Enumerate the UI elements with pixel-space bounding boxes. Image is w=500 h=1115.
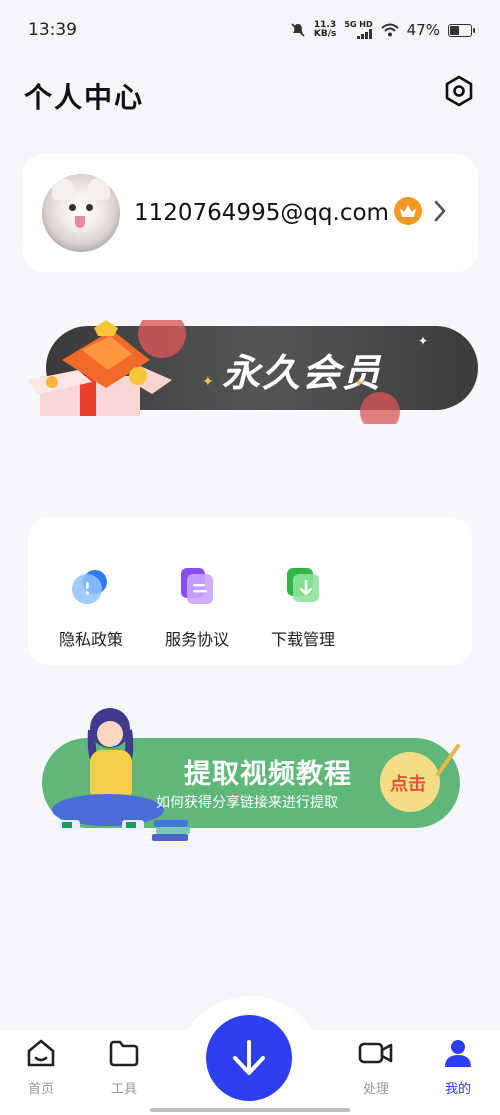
menu-item-privacy[interactable]: 隐私政策 [46,564,136,650]
home-indicator [150,1108,350,1112]
battery-icon [448,23,475,37]
crown-icon [394,197,422,225]
avatar[interactable] [42,174,120,252]
net-speed: 11.3 KB/s [313,20,337,39]
tab-process[interactable]: 处理 [346,1036,406,1097]
arrow-down-icon [233,1040,265,1075]
menu-item-label: 服务协议 [164,630,229,649]
menu-card: 隐私政策 服务协议 下载管理 [28,518,472,665]
privacy-icon [69,564,113,608]
home-icon [27,1039,55,1067]
vip-banner[interactable]: 永久会员 ✦ ✦ ✦ [22,310,482,432]
click-button[interactable]: 点击 [390,770,426,796]
tab-label: 工具 [110,1082,137,1097]
video-camera-icon [358,1042,393,1064]
download-fab[interactable] [206,1015,292,1101]
sparkle-icon: ✦ [354,376,365,390]
status-icons: 11.3 KB/s 5G HD 47% [290,20,475,39]
chevron-right-icon[interactable] [430,198,450,224]
folder-icon [109,1040,139,1067]
status-time: 13:39 [28,20,77,40]
user-icon [445,1040,471,1067]
wifi-icon [380,23,399,37]
tab-label: 我的 [444,1082,471,1097]
status-bar: 13:39 11.3 KB/s 5G HD 47% [0,0,500,60]
signal-icon: 5G HD [344,21,373,39]
menu-item-agreement[interactable]: 服务协议 [152,564,242,650]
tab-home[interactable]: 首页 [11,1036,71,1097]
menu-item-label: 下载管理 [270,630,335,649]
agreement-icon [175,564,219,608]
tab-label: 处理 [362,1082,389,1097]
page-title: 个人中心 [24,81,145,114]
sparkle-icon: ✦ [202,374,214,390]
sparkle-icon: ✦ [418,334,429,348]
menu-item-label: 隐私政策 [58,630,123,649]
tab-label: 首页 [27,1082,54,1097]
user-email: 1120764995@qq.com [134,200,389,226]
tutorial-title: 提取视频教程 [184,759,352,790]
tutorial-subtitle: 如何获得分享链接来进行提取 [156,795,338,811]
download-manage-icon [281,564,325,608]
tab-tools[interactable]: 工具 [94,1036,154,1097]
tutorial-banner[interactable]: 提取视频教程 如何获得分享链接来进行提取 点击 [38,700,466,850]
menu-item-download[interactable]: 下载管理 [258,564,348,650]
battery-percent: 47% [406,21,440,39]
mute-bell-icon [291,23,305,37]
settings-hex-icon[interactable] [442,74,476,108]
tab-mine[interactable]: 我的 [428,1036,488,1097]
